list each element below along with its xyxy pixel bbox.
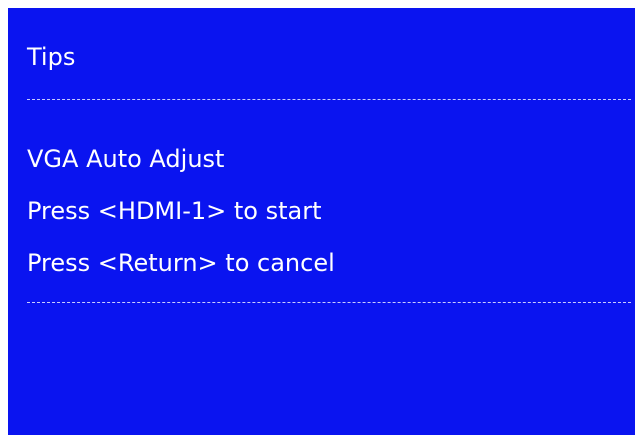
cancel-instruction-text: Press <Return> to cancel	[27, 249, 335, 277]
bottom-divider	[27, 302, 631, 303]
vga-auto-adjust-text: VGA Auto Adjust	[27, 145, 225, 173]
dialog-title: Tips	[27, 43, 76, 71]
start-instruction-text: Press <HDMI-1> to start	[27, 197, 322, 225]
top-divider	[27, 99, 631, 100]
osd-tips-dialog: Tips VGA Auto Adjust Press <HDMI-1> to s…	[8, 8, 635, 435]
